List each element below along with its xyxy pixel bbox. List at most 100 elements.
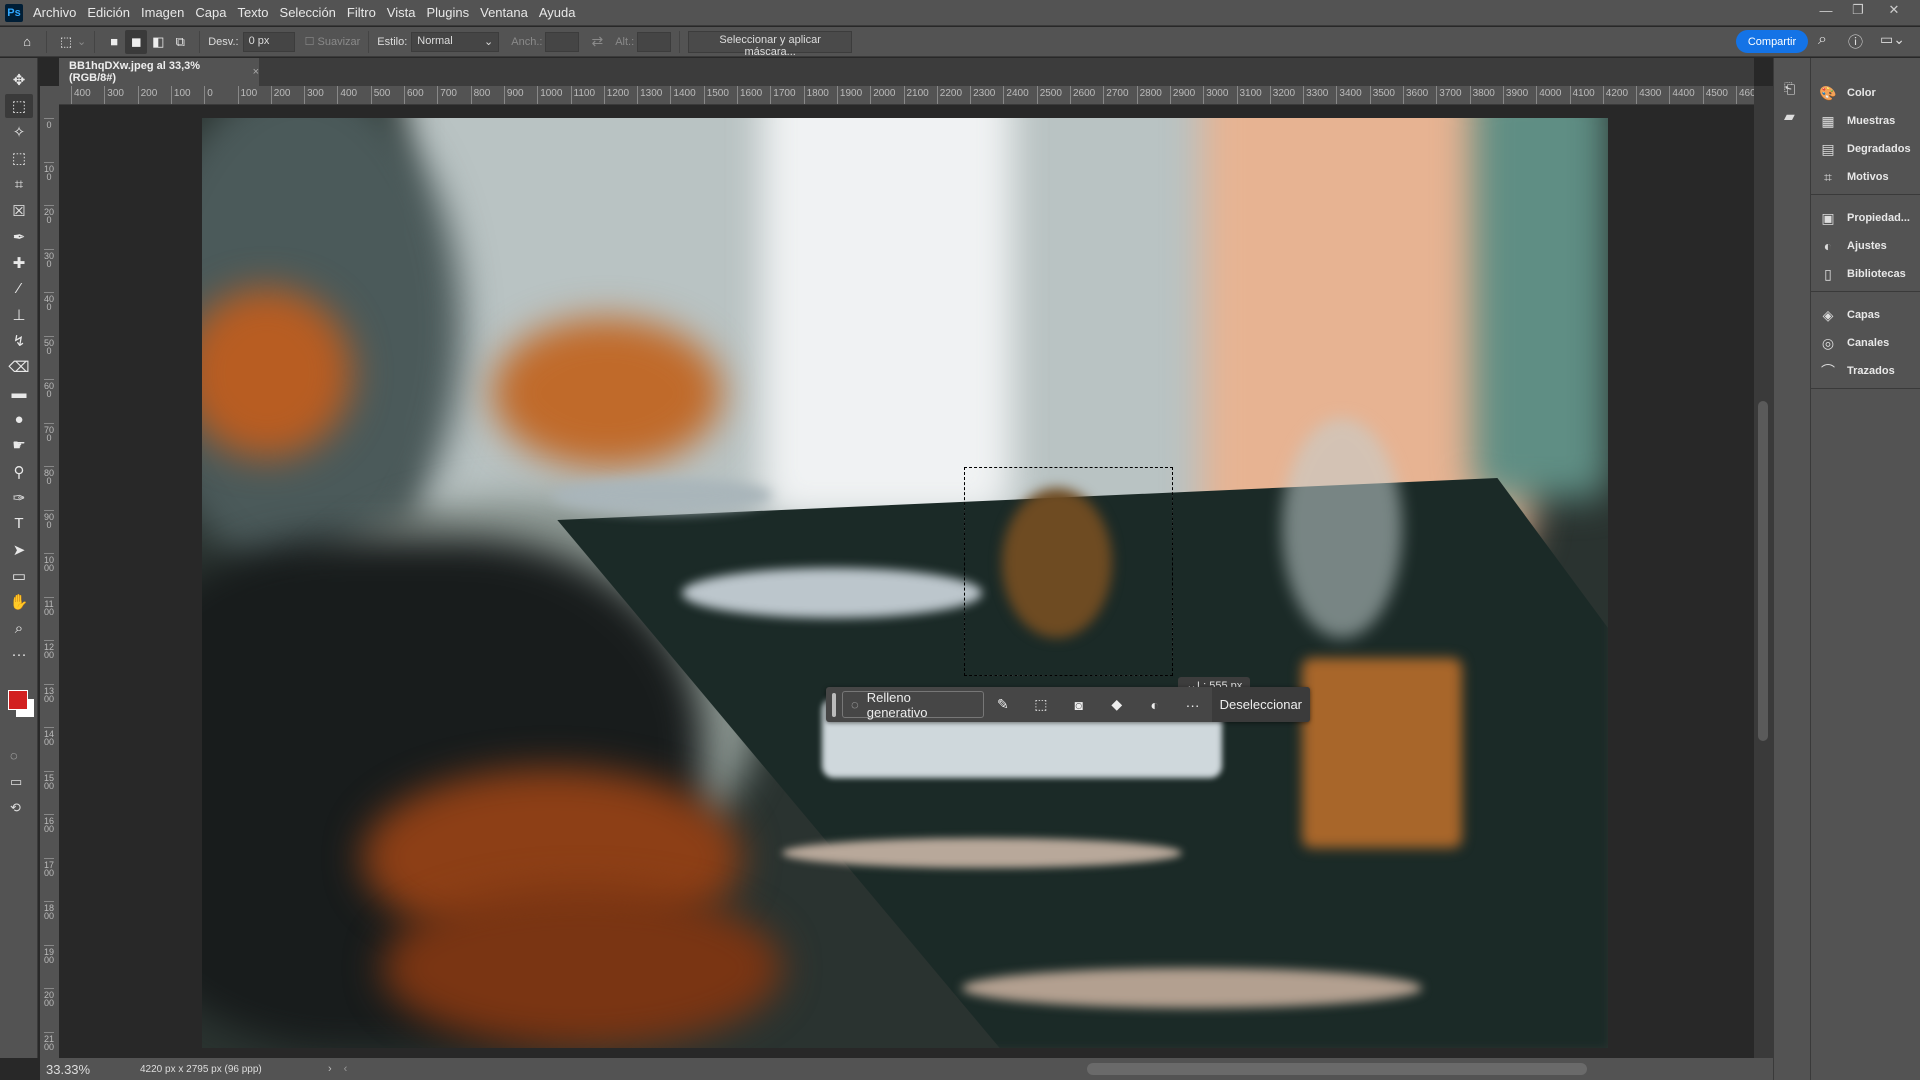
- width-input[interactable]: [545, 31, 580, 52]
- swap-icon[interactable]: ⇄: [591, 33, 603, 50]
- panel-swatches[interactable]: ▦ Muestras: [1819, 108, 1895, 134]
- add-to-selection-icon[interactable]: ◼: [125, 29, 148, 54]
- dodge-tool-icon[interactable]: ⚲: [5, 460, 33, 484]
- vertical-scroll-thumb[interactable]: [1758, 401, 1768, 741]
- panel-color[interactable]: 🎨 Color: [1819, 80, 1875, 106]
- rectangular-marquee-tool-icon[interactable]: ⬚: [5, 94, 33, 119]
- eyedropper-tool-icon[interactable]: ✒: [5, 225, 33, 249]
- panel-paths[interactable]: ⌒ Trazados: [1819, 358, 1895, 384]
- invert-selection-icon[interactable]: ⬚: [1022, 696, 1060, 713]
- frame-tool-icon[interactable]: ☒: [5, 199, 33, 223]
- brush-tool-icon[interactable]: ⁄: [5, 277, 33, 301]
- more-tool-icon[interactable]: ···: [5, 642, 33, 666]
- edit-toolbar-icon[interactable]: ⟲: [10, 800, 21, 816]
- frame-select-tool-icon[interactable]: ⬚: [5, 146, 33, 170]
- horizontal-ruler[interactable]: 400 300 200 100 0 100 200 300 400 500 600 700 800 900…: [59, 86, 1754, 105]
- zoom-level[interactable]: 33.33%: [40, 1062, 132, 1077]
- intersect-selection-icon[interactable]: ⧉: [169, 30, 191, 54]
- menu-selección[interactable]: Selección: [280, 5, 336, 20]
- vertical-ruler[interactable]: 0 100 200 300 400 500 600 700 800 900 1000 1100 1200…: [40, 105, 59, 1058]
- ruler-origin[interactable]: [40, 86, 59, 105]
- menu-ayuda[interactable]: Ayuda: [539, 5, 576, 20]
- panel-libraries[interactable]: ▯ Bibliotecas: [1819, 261, 1906, 287]
- create-mask-icon[interactable]: ◙: [1060, 697, 1098, 713]
- home-icon[interactable]: ⌂: [16, 30, 38, 54]
- chevron-down-icon[interactable]: ⌄: [77, 35, 86, 48]
- panel-dock: 🎨 Color ▦ Muestras ▤ Degradados ⌗ Motivos ▣ Propi…: [1810, 58, 1920, 1080]
- vertical-scrollbar[interactable]: [1754, 86, 1773, 1058]
- move-tool-icon[interactable]: ✥: [5, 68, 33, 92]
- menu-filtro[interactable]: Filtro: [347, 5, 376, 20]
- adjustment-layer-icon[interactable]: ◐: [1136, 697, 1174, 713]
- history-icon[interactable]: ⎗: [1784, 80, 1795, 97]
- quick-mask-icon[interactable]: ◌: [10, 748, 18, 763]
- antialias-checkbox[interactable]: ☐ Suavizar: [305, 35, 361, 48]
- workspace-icon[interactable]: ▭⌄: [1880, 31, 1905, 48]
- type-tool-icon[interactable]: T: [5, 512, 33, 536]
- pen-tool-icon[interactable]: ✑: [5, 486, 33, 510]
- menu-edición[interactable]: Edición: [87, 5, 130, 20]
- generative-fill-label: Relleno generativo: [866, 689, 928, 720]
- screen-mode-icon[interactable]: ▭: [10, 774, 22, 790]
- marquee-selection[interactable]: [964, 467, 1173, 676]
- comments-icon[interactable]: ▰: [1784, 108, 1795, 125]
- document-tab[interactable]: BB1hqDXw.jpeg al 33,3% (RGB/8#) ×: [59, 58, 259, 86]
- ruler-tick-label: 3800: [1469, 86, 1495, 104]
- minimize-icon[interactable]: —: [1810, 0, 1842, 20]
- share-button[interactable]: Compartir: [1736, 30, 1808, 53]
- panel-layers[interactable]: ◈ Capas: [1819, 302, 1880, 328]
- panel-patterns[interactable]: ⌗ Motivos: [1819, 164, 1889, 190]
- new-selection-icon[interactable]: ■: [103, 30, 125, 54]
- more-options-icon[interactable]: ···: [1174, 697, 1212, 713]
- blur-tool-icon[interactable]: ●: [5, 407, 33, 431]
- menu-texto[interactable]: Texto: [237, 5, 268, 20]
- panel-properties[interactable]: ▣ Propiedad...: [1819, 205, 1910, 231]
- smudge-tool-icon[interactable]: ☛: [5, 433, 33, 457]
- clone-stamp-tool-icon[interactable]: ⊥: [5, 303, 33, 327]
- horizontal-scrollbar[interactable]: [347, 1058, 1773, 1080]
- close-tab-icon[interactable]: ×: [253, 66, 259, 78]
- menu-vista[interactable]: Vista: [387, 5, 416, 20]
- select-and-mask-button[interactable]: Seleccionar y aplicar máscara...: [688, 30, 853, 58]
- menu-plugins[interactable]: Plugins: [426, 5, 469, 20]
- height-input[interactable]: [637, 31, 672, 52]
- feather-input[interactable]: 0 px: [242, 31, 295, 52]
- foreground-color-swatch[interactable]: [8, 690, 28, 710]
- gradient-tool-icon[interactable]: ▬: [5, 381, 33, 405]
- restore-icon[interactable]: ❐: [1842, 0, 1874, 20]
- eraser-tool-icon[interactable]: ⌫: [5, 355, 33, 379]
- menu-imagen[interactable]: Imagen: [141, 5, 184, 20]
- generative-fill-button[interactable]: ◌ Relleno generativo: [842, 689, 984, 720]
- hand-tool-icon[interactable]: ✋: [5, 590, 33, 614]
- panel-gradients[interactable]: ▤ Degradados: [1819, 136, 1910, 162]
- deselect-button[interactable]: Deseleccionar: [1211, 687, 1310, 722]
- fill-selection-icon[interactable]: ◆: [1098, 696, 1136, 713]
- panel-adjustments[interactable]: ◐ Ajustes: [1819, 233, 1887, 259]
- drag-handle[interactable]: [832, 692, 836, 717]
- help-icon[interactable]: ⓘ: [1848, 31, 1863, 52]
- style-select[interactable]: Normal ⌄: [411, 31, 500, 52]
- history-brush-tool-icon[interactable]: ↯: [5, 329, 33, 353]
- horizontal-scroll-thumb[interactable]: [1087, 1063, 1588, 1075]
- zoom-tool-icon[interactable]: ⌕: [5, 616, 33, 640]
- rectangle-tool-icon[interactable]: ▭: [5, 564, 33, 588]
- close-icon[interactable]: ✕: [1878, 0, 1910, 20]
- crop-tool-icon[interactable]: ⌗: [5, 172, 33, 196]
- search-icon[interactable]: ⌕: [1818, 31, 1827, 49]
- modify-selection-icon[interactable]: ✎: [984, 696, 1022, 713]
- path-selection-tool-icon[interactable]: ➤: [5, 538, 33, 562]
- panel-label: Motivos: [1847, 171, 1889, 183]
- canvas-image[interactable]: [202, 118, 1608, 1048]
- menu-capa[interactable]: Capa: [195, 5, 226, 20]
- panel-channels[interactable]: ◎ Canales: [1819, 330, 1889, 356]
- menu-ventana[interactable]: Ventana: [480, 5, 528, 20]
- swatches-icon: ▦: [1821, 112, 1835, 129]
- subtract-selection-icon[interactable]: ◧: [147, 30, 169, 54]
- menu-archivo[interactable]: Archivo: [33, 5, 76, 20]
- object-selection-tool-icon[interactable]: ✧: [5, 120, 33, 144]
- healing-brush-tool-icon[interactable]: ✚: [5, 251, 33, 275]
- panel-divider: [1811, 388, 1920, 389]
- document-info[interactable]: 4220 px x 2795 px (96 ppp): [132, 1064, 308, 1075]
- chevron-right-icon[interactable]: ›: [328, 1063, 332, 1075]
- marquee-preset-icon[interactable]: ⬚: [55, 30, 77, 54]
